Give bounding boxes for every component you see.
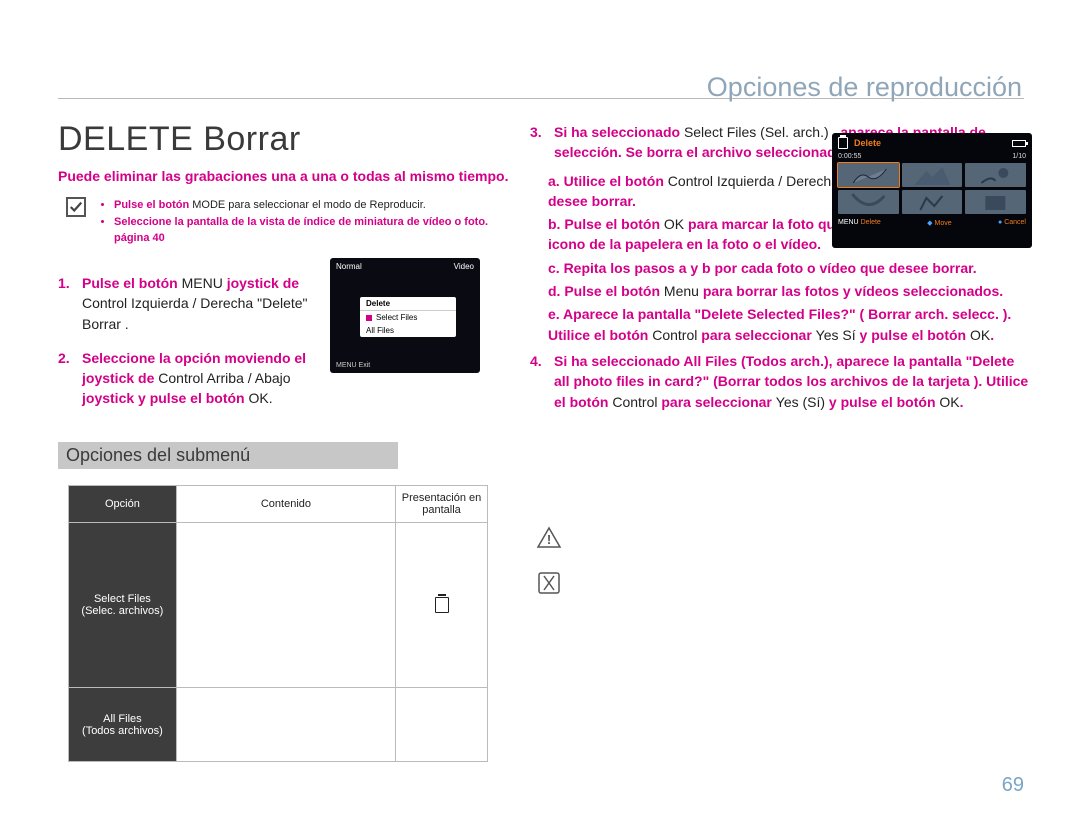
thumb-cell (838, 190, 899, 214)
th-content: Contenido (176, 486, 395, 523)
delete-grid-screenshot: Delete 0:00:55 1/10 MENU Delete ◆ Move ●… (832, 133, 1032, 248)
row-all-files: All Files(Todos archivos) (69, 688, 177, 762)
row-all-content (176, 688, 395, 762)
thumb-title: Delete (854, 138, 1006, 148)
thumb-cell (965, 190, 1026, 214)
ss-menu-item-all: All Files (360, 324, 456, 337)
ss-menu-item-select: Select Files (360, 311, 456, 324)
options-table: Opción Contenido Presentación en pantall… (68, 485, 488, 762)
thumb-time: 0:00:55 (838, 153, 861, 160)
thumb-cancel-label: Cancel (1004, 219, 1026, 226)
row-select-content (176, 523, 395, 688)
thumb-move-label: Move (935, 220, 952, 227)
prereq-line1: Pulse el botón MODE para seleccionar el … (114, 197, 516, 214)
step-3e: e. Aparece la pantalla "Delete Selected … (548, 304, 1030, 345)
left-steps: 1. Pulse el botón MENU joystick de Contr… (58, 273, 338, 423)
step-3c: c. Repita los pasos a y b por cada foto … (548, 258, 1030, 278)
thumb-cell (838, 163, 899, 187)
warning-icon: ! (536, 525, 562, 551)
step-2: 2. Seleccione la opción moviendo el joys… (58, 348, 338, 409)
row-select-icon (396, 523, 488, 688)
prereq-box: Pulse el botón MODE para seleccionar el … (66, 197, 536, 247)
breadcrumb: Opciones de reproducción (707, 72, 1022, 103)
step-1: 1. Pulse el botón MENU joystick de Contr… (58, 273, 338, 334)
thumb-counter: 1/10 (1012, 153, 1026, 160)
thumb-cell (965, 163, 1026, 187)
ss-bottom-label: MENU Exit (336, 362, 370, 369)
step-4: 4. Si ha seleccionado All Files (Todos a… (530, 351, 1030, 412)
svg-text:!: ! (547, 532, 551, 547)
thumb-delete-label: Delete (861, 219, 881, 226)
prereq-line2: Seleccione la pantalla de la vista de ín… (114, 214, 516, 247)
battery-icon (1012, 140, 1026, 147)
page-root: Opciones de reproducción DELETE Borrar P… (0, 0, 1080, 827)
thumb-trash-icon (838, 137, 848, 149)
step-3d: d. Pulse el botón Menu para borrar las f… (548, 281, 1030, 301)
th-display: Presentación en pantalla (396, 486, 488, 523)
thumb-cell (902, 163, 963, 187)
thumb-cell (902, 190, 963, 214)
note-icon (536, 570, 562, 596)
row-select-files: Select Files(Selec. archivos) (69, 523, 177, 688)
submenu-heading: Opciones del submenú (58, 442, 398, 469)
th-option: Opción (69, 486, 177, 523)
intro-text: Puede eliminar las grabaciones una a una… (58, 168, 538, 184)
trash-icon (435, 597, 449, 613)
page-title: DELETE Borrar (58, 120, 301, 159)
ss-menu-title: Delete (360, 297, 456, 311)
row-all-icon (396, 688, 488, 762)
page-number: 69 (1002, 774, 1024, 797)
menu-screenshot: Normal Video Delete Select Files All Fil… (330, 258, 480, 373)
check-icon (66, 197, 86, 217)
